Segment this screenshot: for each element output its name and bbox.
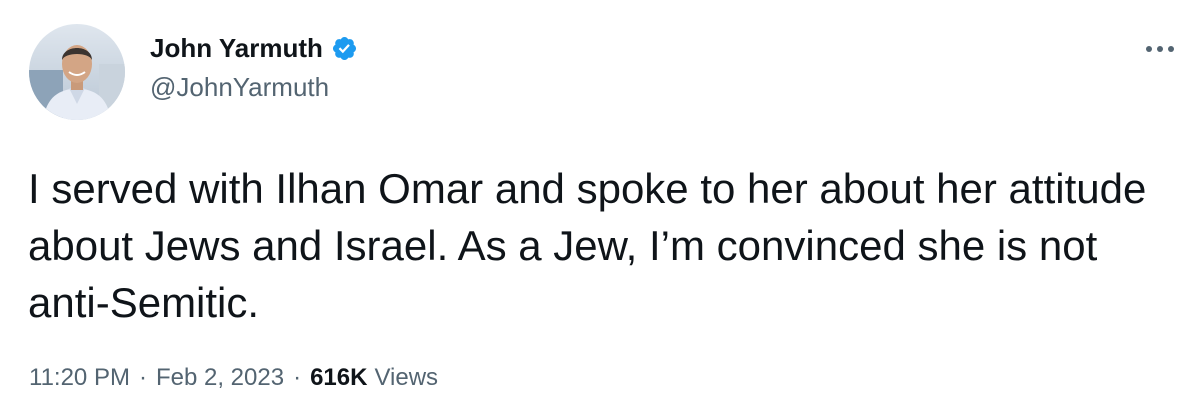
verified-badge-icon[interactable] [331, 35, 358, 62]
more-horizontal-icon[interactable] [1142, 34, 1178, 64]
views-count[interactable]: 616K [310, 364, 367, 392]
tweet-meta: 11:20 PM · Feb 2, 2023 · 616K Views [29, 361, 438, 395]
profile-photo [29, 24, 125, 120]
meta-separator: · [293, 364, 302, 391]
meta-separator: · [138, 364, 147, 391]
tweet-date[interactable]: Feb 2, 2023 [156, 364, 284, 392]
tweet-text: I served with Ilhan Omar and spoke to he… [28, 165, 1147, 326]
tweet-time[interactable]: 11:20 PM [29, 364, 130, 392]
tweet-card: John Yarmuth @JohnYarmuth I served with … [0, 0, 1200, 404]
author-handle[interactable]: @JohnYarmuth [150, 72, 329, 103]
avatar[interactable] [29, 24, 125, 120]
author-display-name[interactable]: John Yarmuth [150, 33, 323, 64]
views-label: Views [374, 364, 439, 391]
author-name-row: John Yarmuth [150, 30, 358, 66]
